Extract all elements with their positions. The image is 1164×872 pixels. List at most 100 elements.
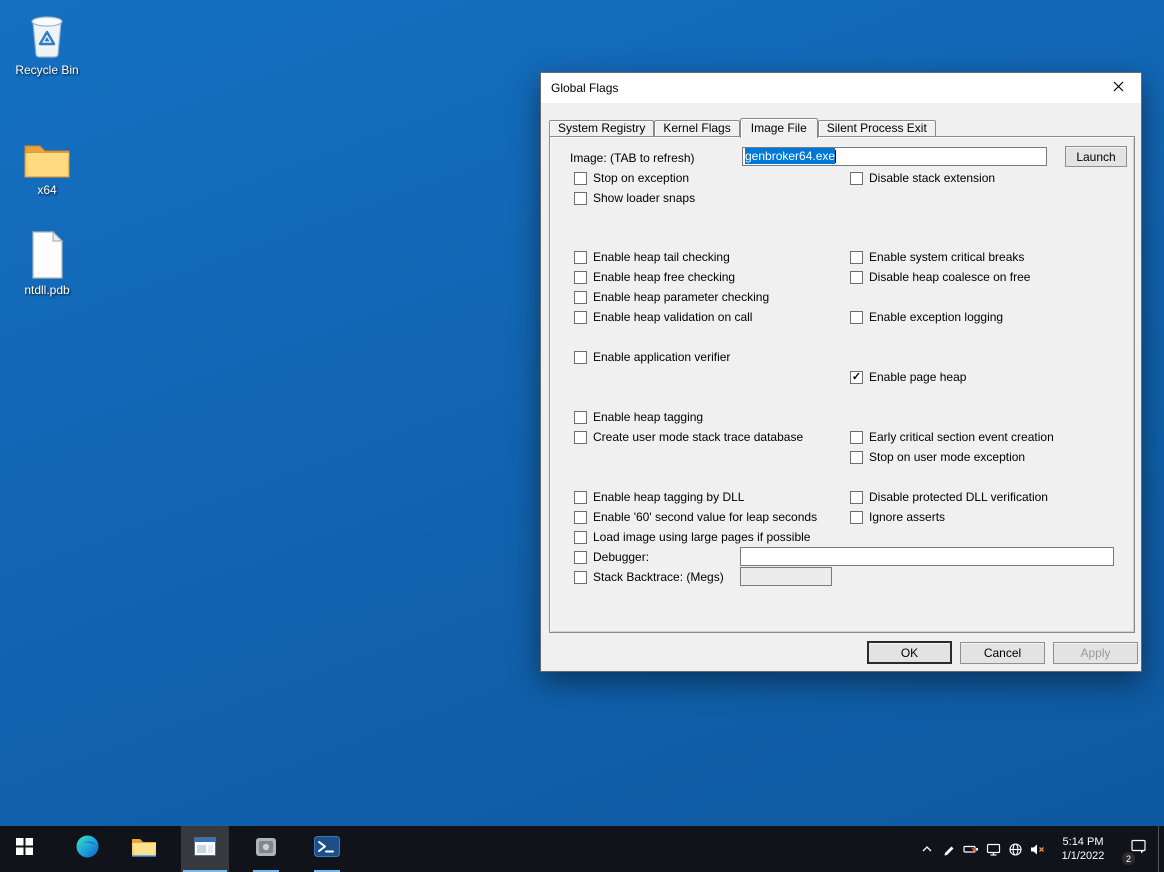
recycle-bin-icon bbox=[4, 6, 90, 60]
system-tray: 5:14 PM 1/1/2022 2 bbox=[916, 826, 1164, 872]
stack-backtrace-input[interactable] bbox=[740, 567, 832, 586]
clock-time: 5:14 PM bbox=[1062, 836, 1104, 848]
launch-button[interactable]: Launch bbox=[1065, 146, 1127, 167]
checkbox-box bbox=[850, 510, 863, 524]
checkbox-create-user-mode-stack-trace-database[interactable]: Create user mode stack trace database bbox=[574, 430, 803, 444]
checkbox-load-image-using-large-pages[interactable]: Load image using large pages if possible bbox=[574, 530, 810, 544]
debugger-input[interactable] bbox=[740, 547, 1114, 566]
secondary-app-button[interactable] bbox=[242, 826, 290, 872]
checkbox-disable-heap-coalesce-on-free[interactable]: Disable heap coalesce on free bbox=[850, 270, 1030, 284]
checkbox-box bbox=[574, 570, 587, 584]
ok-button[interactable]: OK bbox=[867, 641, 952, 664]
checkbox-box bbox=[850, 310, 863, 324]
checkbox-box: ✓ bbox=[850, 370, 863, 384]
checkbox-box bbox=[574, 550, 587, 564]
checkbox-enable-heap-parameter-checking[interactable]: Enable heap parameter checking bbox=[574, 290, 769, 304]
app-window-icon bbox=[194, 837, 216, 861]
tab-image-file[interactable]: Image File bbox=[739, 118, 818, 138]
checkbox-disable-protected-dll-verification[interactable]: Disable protected DLL verification bbox=[850, 490, 1048, 504]
gflags-app-button[interactable] bbox=[181, 826, 229, 872]
checkbox-box bbox=[850, 171, 863, 185]
powershell-button[interactable] bbox=[303, 826, 351, 872]
checkbox-stop-on-exception[interactable]: Stop on exception bbox=[574, 171, 689, 185]
checkbox-enable-exception-logging[interactable]: Enable exception logging bbox=[850, 310, 1003, 324]
show-desktop-button[interactable] bbox=[1158, 826, 1164, 872]
image-file-tab-panel: Image: (TAB to refresh) genbroker64.exe … bbox=[549, 136, 1135, 633]
checkbox-show-loader-snaps[interactable]: Show loader snaps bbox=[574, 191, 695, 205]
checkbox-box bbox=[850, 450, 863, 464]
checkbox-ignore-asserts[interactable]: Ignore asserts bbox=[850, 510, 945, 524]
hidden-icons-chevron[interactable] bbox=[916, 826, 938, 872]
checkbox-box bbox=[850, 490, 863, 504]
global-flags-dialog: Global Flags System Registry Kernel Flag… bbox=[540, 72, 1142, 672]
notification-count-badge: 2 bbox=[1121, 851, 1136, 866]
checkbox-box bbox=[574, 430, 587, 444]
checkbox-box bbox=[574, 510, 587, 524]
checkbox-box bbox=[574, 310, 587, 324]
checkbox-debugger[interactable]: Debugger: bbox=[574, 550, 649, 564]
cancel-button[interactable]: Cancel bbox=[960, 642, 1045, 664]
pen-icon[interactable] bbox=[938, 826, 960, 872]
checkbox-box bbox=[850, 270, 863, 284]
checkbox-box bbox=[574, 191, 587, 205]
battery-icon[interactable] bbox=[960, 826, 982, 872]
start-button[interactable] bbox=[0, 826, 48, 872]
tab-system-registry[interactable]: System Registry bbox=[549, 120, 655, 136]
dialog-title: Global Flags bbox=[551, 81, 619, 95]
action-center-button[interactable]: 2 bbox=[1118, 826, 1158, 872]
checkbox-box bbox=[574, 171, 587, 185]
volume-icon[interactable] bbox=[1026, 826, 1048, 872]
checkbox-enable-system-critical-breaks[interactable]: Enable system critical breaks bbox=[850, 250, 1024, 264]
document-file-icon bbox=[4, 226, 90, 280]
checkbox-box bbox=[574, 250, 587, 264]
folder-icon bbox=[4, 126, 90, 180]
display-icon[interactable] bbox=[982, 826, 1004, 872]
checkbox-stack-backtrace-megs[interactable]: Stack Backtrace: (Megs) bbox=[574, 570, 724, 584]
edge-icon bbox=[75, 834, 100, 864]
desktop-icon-label: Recycle Bin bbox=[15, 63, 79, 77]
checkbox-enable-page-heap[interactable]: ✓ Enable page heap bbox=[850, 370, 966, 384]
checkbox-stop-on-user-mode-exception[interactable]: Stop on user mode exception bbox=[850, 450, 1025, 464]
close-button[interactable] bbox=[1095, 73, 1141, 103]
desktop-icon-x64[interactable]: x64 bbox=[4, 126, 90, 197]
checkbox-box bbox=[850, 430, 863, 444]
app-icon bbox=[255, 837, 277, 862]
checkbox-box bbox=[574, 350, 587, 364]
edge-browser-button[interactable] bbox=[63, 826, 111, 872]
checkbox-enable-heap-validation-on-call[interactable]: Enable heap validation on call bbox=[574, 310, 752, 324]
checkbox-box bbox=[574, 290, 587, 304]
checkbox-enable-60-second-value-for-leap-seconds[interactable]: Enable '60' second value for leap second… bbox=[574, 510, 817, 524]
checkbox-enable-heap-free-checking[interactable]: Enable heap free checking bbox=[574, 270, 735, 284]
file-explorer-button[interactable] bbox=[120, 826, 168, 872]
checkbox-early-critical-section-event-creation[interactable]: Early critical section event creation bbox=[850, 430, 1054, 444]
checkbox-enable-application-verifier[interactable]: Enable application verifier bbox=[574, 350, 730, 364]
desktop-icon-label: x64 bbox=[37, 183, 57, 197]
checkbox-enable-heap-tagging-by-dll[interactable]: Enable heap tagging by DLL bbox=[574, 490, 744, 504]
desktop-icon-ntdll-pdb[interactable]: ntdll.pdb bbox=[4, 226, 90, 297]
checkbox-enable-heap-tagging[interactable]: Enable heap tagging bbox=[574, 410, 703, 424]
clock-date: 1/1/2022 bbox=[1061, 850, 1105, 862]
image-input-selected-text: genbroker64.exe bbox=[745, 148, 836, 164]
windows-logo-icon bbox=[15, 838, 33, 860]
checkbox-box bbox=[574, 270, 587, 284]
tab-strip: System Registry Kernel Flags Image File … bbox=[549, 118, 936, 138]
image-field-label: Image: (TAB to refresh) bbox=[570, 151, 695, 165]
checkbox-enable-heap-tail-checking[interactable]: Enable heap tail checking bbox=[574, 250, 730, 264]
powershell-icon bbox=[314, 836, 340, 862]
desktop: Recycle Bin x64 ntdll.pdb Global Flags S… bbox=[0, 0, 1164, 872]
checkbox-box bbox=[574, 530, 587, 544]
file-explorer-icon bbox=[131, 836, 157, 863]
tab-silent-process-exit[interactable]: Silent Process Exit bbox=[817, 120, 936, 136]
desktop-icon-recycle-bin[interactable]: Recycle Bin bbox=[4, 6, 90, 77]
checkbox-box bbox=[574, 490, 587, 504]
image-input[interactable]: genbroker64.exe bbox=[742, 147, 1047, 166]
desktop-icon-label: ntdll.pdb bbox=[24, 283, 70, 297]
taskbar-clock[interactable]: 5:14 PM 1/1/2022 bbox=[1048, 835, 1118, 863]
tab-kernel-flags[interactable]: Kernel Flags bbox=[654, 120, 740, 136]
checkbox-box bbox=[850, 250, 863, 264]
apply-button[interactable]: Apply bbox=[1053, 642, 1138, 664]
checkbox-disable-stack-extension[interactable]: Disable stack extension bbox=[850, 171, 995, 185]
network-globe-icon[interactable] bbox=[1004, 826, 1026, 872]
dialog-titlebar[interactable]: Global Flags bbox=[541, 73, 1141, 103]
close-icon bbox=[1113, 81, 1124, 95]
